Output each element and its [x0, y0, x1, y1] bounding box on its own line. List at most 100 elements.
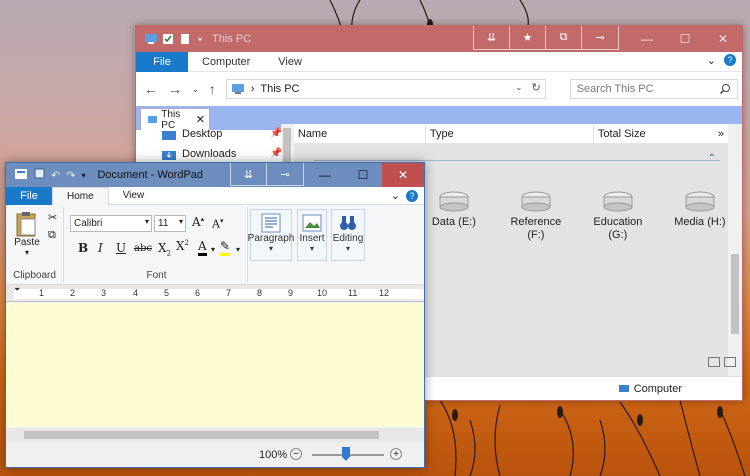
save-icon[interactable]	[34, 168, 45, 182]
zoom-level: 100%	[259, 449, 288, 461]
horizontal-scrollbar[interactable]	[6, 428, 424, 442]
hard-drive-icon	[439, 191, 469, 212]
star-icon: ★	[522, 32, 533, 44]
qat-dropdown-icon[interactable]: ▾	[198, 35, 202, 44]
nav-item-label: Downloads	[182, 148, 237, 160]
qat-dropdown-icon[interactable]: ▾	[81, 171, 85, 180]
help-icon[interactable]: ?	[406, 190, 418, 202]
nav-item-desktop[interactable]: Desktop 📌	[136, 124, 293, 144]
italic-icon[interactable]: I	[98, 241, 103, 255]
highlight-icon[interactable]: ✎	[220, 239, 231, 256]
highlight-dropdown-icon[interactable]: ▾	[236, 245, 240, 254]
new-folder-icon[interactable]	[180, 33, 192, 45]
underline-icon[interactable]: U	[116, 241, 126, 255]
superscript-icon[interactable]: X2	[176, 239, 189, 253]
rollup-button[interactable]: ⇊	[474, 26, 510, 49]
drive-item[interactable]: Reference (F:)	[506, 190, 566, 242]
paste-dropdown-icon: ▾	[24, 248, 29, 257]
undo-icon[interactable]: ↶	[51, 169, 60, 182]
minimize-button[interactable]: —	[306, 163, 344, 187]
strikethrough-icon[interactable]: abc	[134, 243, 152, 254]
expand-ribbon-icon[interactable]: ⌄	[391, 189, 400, 202]
paragraph-button[interactable]: Paragraph ▾	[248, 209, 294, 261]
expand-ribbon-icon[interactable]: ⌄	[707, 54, 716, 67]
wordpad-titlebar[interactable]: ↶ ↷ ▾ Document - WordPad ⇊ ⊸ — ☐ ✕	[6, 163, 424, 187]
editing-button[interactable]: Editing ▾	[331, 209, 365, 261]
details-view-icon[interactable]	[708, 357, 720, 367]
grow-font-icon[interactable]: A▴	[192, 215, 204, 229]
redo-icon[interactable]: ↷	[66, 169, 75, 182]
copy-window-button[interactable]: ⧉	[546, 26, 582, 49]
clipboard-group-label: Clipboard	[13, 270, 56, 281]
search-input[interactable]: Search This PC	[569, 79, 738, 99]
drive-item[interactable]: Media (H:)	[670, 190, 730, 242]
tab-view[interactable]: View	[109, 190, 159, 201]
insert-button[interactable]: Insert ▾	[297, 209, 327, 261]
zoom-slider-thumb[interactable]	[342, 447, 350, 461]
pin-window-button[interactable]: ⊸	[582, 26, 618, 49]
collapse-group-icon[interactable]: ⌃	[708, 153, 716, 164]
column-header-type[interactable]: Type	[426, 124, 594, 144]
close-button[interactable]: ✕	[382, 163, 424, 187]
column-header-name[interactable]: Name	[294, 124, 426, 144]
help-icon[interactable]: ?	[724, 54, 736, 66]
minimize-icon: —	[641, 32, 653, 46]
up-arrow-icon[interactable]: ↑	[209, 81, 216, 97]
pin-window-button[interactable]: ⊸	[267, 163, 303, 185]
bookmark-button[interactable]: ★	[510, 26, 546, 49]
tab-view[interactable]: View	[264, 56, 316, 68]
copy-icon[interactable]: ⧉	[48, 229, 56, 242]
binoculars-icon	[340, 216, 356, 230]
font-color-dropdown-icon[interactable]: ▾	[211, 245, 215, 254]
ruler-number: 4	[133, 288, 139, 298]
zoom-out-button[interactable]: −	[290, 448, 302, 460]
title-extra-buttons: ⇊ ⊸	[230, 163, 304, 186]
address-bar[interactable]: › This PC ⌄ ↻	[225, 79, 546, 99]
font-size-value: 11	[158, 218, 169, 229]
chevron-down-icon: ▾	[144, 217, 149, 226]
maximize-button[interactable]: ☐	[666, 26, 704, 52]
content-scrollbar-thumb[interactable]	[731, 254, 739, 334]
ruler-number: 10	[317, 288, 328, 298]
close-button[interactable]: ✕	[704, 26, 742, 52]
cut-icon[interactable]: ✂	[48, 211, 57, 224]
drive-item[interactable]: Data (E:)	[424, 190, 484, 242]
drive-label: Data (E:)	[431, 216, 476, 228]
properties-icon[interactable]	[162, 33, 174, 45]
font-size-select[interactable]: 11 ▾	[154, 215, 186, 232]
rollup-button[interactable]: ⇊	[231, 163, 267, 185]
large-icons-view-icon[interactable]	[724, 357, 736, 367]
tab-home[interactable]: Home	[52, 186, 109, 206]
column-header-total-size[interactable]: Total Size	[594, 124, 714, 144]
font-family-select[interactable]: Calibri ▾	[70, 215, 152, 232]
recent-dropdown-icon[interactable]: ⌄	[192, 85, 199, 94]
paste-button[interactable]: Paste ▾	[12, 211, 42, 257]
forward-arrow-icon[interactable]: →	[168, 81, 182, 97]
horizontal-scrollbar-thumb[interactable]	[24, 431, 379, 439]
explorer-titlebar[interactable]: ▾ This PC ⇊ ★ ⧉ ⊸ — ☐ ✕	[136, 26, 742, 52]
tab-file[interactable]: File	[6, 186, 52, 205]
tab-computer[interactable]: Computer	[188, 56, 264, 68]
zoom-in-button[interactable]: +	[390, 448, 402, 460]
back-arrow-icon[interactable]: ←	[144, 81, 158, 97]
refresh-icon[interactable]: ↻	[531, 81, 540, 94]
drive-label: Reference (F:)	[510, 216, 562, 241]
font-color-icon[interactable]: A	[198, 239, 207, 256]
maximize-button[interactable]: ☐	[344, 163, 382, 187]
indent-marker-icon[interactable]: ⏷	[14, 285, 20, 295]
minimize-button[interactable]: —	[628, 26, 666, 52]
minimize-icon: —	[319, 168, 331, 182]
address-dropdown-icon[interactable]: ⌄	[515, 82, 523, 93]
wordpad-window: ↶ ↷ ▾ Document - WordPad ⇊ ⊸ — ☐ ✕ File …	[5, 162, 425, 468]
nav-item-downloads[interactable]: Downloads 📌	[136, 144, 293, 164]
tab-file[interactable]: File	[136, 51, 188, 72]
ruler[interactable]: ⏷ 1 2 3 4 5 6 7 8 9 10 11 12	[6, 285, 424, 302]
drive-item[interactable]: Education (G:)	[588, 190, 648, 242]
bold-icon[interactable]: B	[78, 241, 88, 255]
shrink-font-icon[interactable]: A▾	[212, 217, 223, 231]
document-area[interactable]	[6, 303, 424, 427]
home-ribbon: Paste ▾ ✂ ⧉ Clipboard Calibri ▾ 11 ▾ A▴ A▾…	[6, 205, 424, 285]
subscript-icon[interactable]: X2	[158, 241, 171, 257]
content-scrollbar[interactable]	[728, 124, 742, 376]
address-row: ← → ⌄ ↑ › This PC ⌄ ↻ Search This PC	[136, 72, 742, 106]
